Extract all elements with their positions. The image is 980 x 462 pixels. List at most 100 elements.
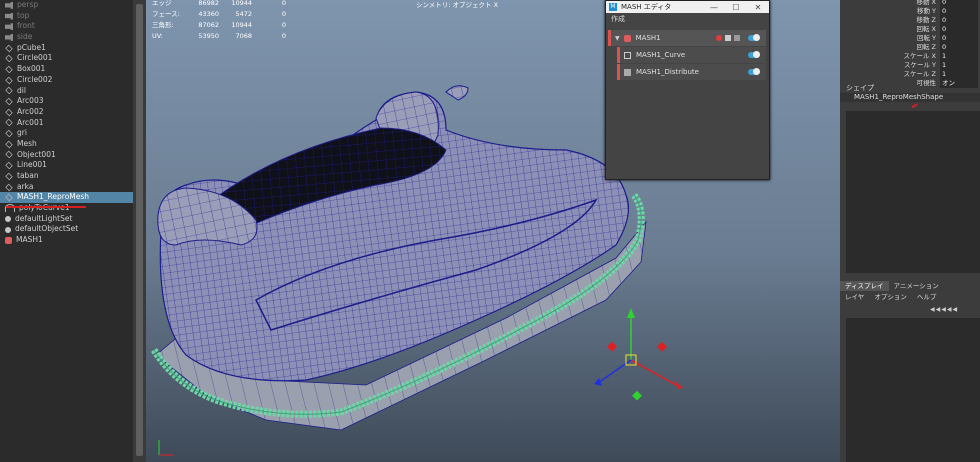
add-node-icon[interactable] [716,35,722,41]
settings-icon[interactable] [734,35,740,41]
hud-label: エッジ [152,0,172,7]
channel-row[interactable]: 回転 X 0 [840,25,978,34]
outliner-item-label: gri [17,128,27,138]
set-icon [5,216,11,223]
close-icon[interactable]: ✕ [747,3,769,12]
outliner-item[interactable]: front [0,21,133,32]
shape-name[interactable]: MASH1_ReproMeshShape [840,93,980,102]
minimize-icon[interactable]: — [703,3,725,12]
hud-b: 7068 [235,32,252,40]
outliner-item[interactable]: gri [0,128,133,139]
maximize-icon[interactable]: ☐ [725,3,747,12]
mesh-icon [5,87,13,95]
layer-editor-menu: レイヤ オプション ヘルプ [840,292,980,302]
channel-row[interactable]: 回転 Z 0 [840,43,978,52]
mesh-icon [5,76,13,84]
outliner-item[interactable]: Mesh [0,139,133,150]
outliner-item[interactable]: dil [0,86,133,97]
outliner-item[interactable]: Circle002 [0,75,133,86]
curve-node-icon [624,51,631,59]
outliner-item[interactable]: defaultObjectSet [0,224,133,235]
mash-network-icon [623,34,631,42]
document-icon[interactable] [725,35,731,41]
outliner-item[interactable]: persp [0,0,133,11]
outliner-item-label: top [17,10,30,20]
channel-value[interactable]: 0 [940,25,978,34]
outliner-item[interactable]: taban [0,171,133,182]
outliner-item[interactable]: pCube1 [0,43,133,54]
outliner-item[interactable]: Object001 [0,150,133,161]
channel-value[interactable]: 1 [940,70,978,79]
channel-value[interactable]: 1 [940,52,978,61]
outliner-item-label: MASH1 [16,235,43,245]
mash-distribute-toggle[interactable] [748,68,760,75]
outliner-item[interactable]: top [0,11,133,22]
outliner-item[interactable]: Arc003 [0,96,133,107]
mash-icon [5,236,12,244]
tab-animation[interactable]: アニメーション [889,281,944,291]
mash-network-toggle[interactable] [748,34,760,41]
outliner-item[interactable]: Box001 [0,64,133,75]
hud-row: エッジ 86982 10944 0 [152,0,286,9]
channel-label: 移動 X [916,0,936,6]
hud-row: 三角形: 87062 10944 0 [152,20,286,31]
mesh-icon [5,151,13,159]
channel-row[interactable]: 移動 Z 0 [840,16,978,25]
outliner-item[interactable]: side [0,32,133,43]
mash-network-row[interactable]: ▼ MASH1 [608,30,766,46]
hud-row: フェース: 43360 5472 0 [152,9,286,20]
mesh-icon [5,140,13,148]
mash-curve-toggle[interactable] [748,51,760,58]
layer-create-buttons[interactable]: ◀◀◀◀◀ [930,306,958,313]
outliner-item-label: front [17,21,35,31]
outliner-item-label: taban [17,171,39,180]
channel-row[interactable]: 回転 Y 0 [840,34,978,43]
mash-distribute-row[interactable]: MASH1_Distribute [617,64,766,80]
mash-curve-row[interactable]: MASH1_Curve [617,47,766,63]
selection-underline-annotation [6,206,86,208]
outliner-scrollbar[interactable] [133,0,146,462]
mash-editor-title: MASH エディタ [621,3,672,11]
channel-value[interactable]: 1 [940,61,978,70]
menu-help[interactable]: ヘルプ [912,292,942,302]
outliner-item-label: polyToCurve1 [19,203,70,213]
outliner-item[interactable]: defaultLightSet [0,214,133,225]
channel-value[interactable]: 0 [940,34,978,43]
outliner-item[interactable]: Line001 [0,160,133,171]
hud-row: UV: 53950 7068 0 [152,31,286,42]
channel-row[interactable]: スケール X 1 [840,52,978,61]
mash-editor-titlebar[interactable]: M MASH エディタ — ☐ ✕ [606,1,769,13]
set-icon [5,226,11,233]
mesh-icon [5,97,13,106]
outliner-item[interactable]: MASH1 [0,235,133,246]
tab-display[interactable]: ディスプレイ [840,281,889,291]
mash-menu-create[interactable]: 作成 [606,13,769,26]
channel-value[interactable]: 0 [940,16,978,25]
mesh-icon [5,108,13,116]
channel-value[interactable]: 0 [940,0,978,7]
mesh-icon [5,129,13,138]
outliner-item[interactable]: polyToCurve1 [0,203,133,214]
channel-row[interactable]: スケール Y 1 [840,61,978,70]
outliner-item-label: side [17,32,33,42]
outliner-item[interactable]: Arc002 [0,107,133,118]
distribute-node-icon [624,68,631,76]
outliner-item[interactable]: MASH1_ReproMesh [0,192,133,204]
outliner-item[interactable]: Arc001 [0,118,133,129]
channel-row[interactable]: スケール Z 1 [840,70,978,79]
outliner-item-label: pCube1 [17,42,46,52]
channel-row[interactable]: 移動 X 0 [840,0,978,7]
outliner-scroll-thumb[interactable] [136,4,143,456]
expand-triangle-icon[interactable]: ▼ [615,35,620,42]
menu-layers[interactable]: レイヤ [840,292,869,302]
outliner-item-label: persp [17,0,39,9]
hud-c: 0 [281,21,286,29]
outliner-item-label: Arc001 [17,117,44,127]
camera-icon [5,1,13,9]
channel-value[interactable]: 0 [940,43,978,52]
channel-value[interactable]: 0 [940,7,978,16]
channel-row[interactable]: 移動 Y 0 [840,7,978,16]
outliner-item[interactable]: arka [0,182,133,193]
menu-options[interactable]: オプション [869,292,912,302]
outliner-item[interactable]: Circle001 [0,53,133,64]
